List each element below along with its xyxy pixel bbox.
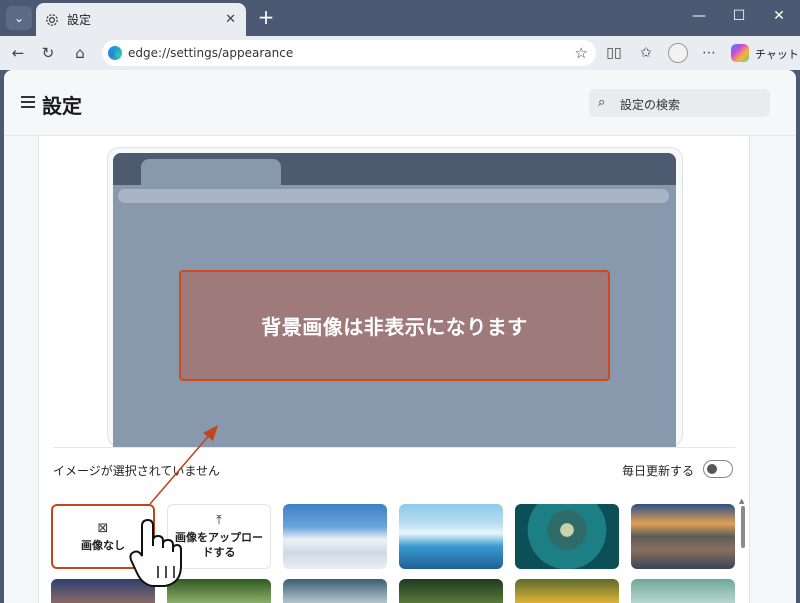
toggle-knob xyxy=(707,464,717,474)
search-placeholder: 設定の検索 xyxy=(620,98,681,112)
upload-image-label-line1: 画像をアップロー xyxy=(175,531,263,544)
minimize-button[interactable]: — xyxy=(689,8,709,24)
chevron-down-icon: ⌄ xyxy=(13,11,25,25)
divider xyxy=(53,447,735,448)
favorite-star-icon[interactable]: ☆ xyxy=(575,44,588,62)
home-icon: ⌂ xyxy=(75,44,85,62)
copilot-icon[interactable] xyxy=(731,44,749,62)
close-tab-icon[interactable]: ✕ xyxy=(225,12,236,27)
split-screen-icon[interactable]: ▯▯ xyxy=(605,44,623,62)
title-bar: ⌄ 設定 ✕ + — ☐ ✕ xyxy=(0,0,800,36)
address-bar[interactable]: edge://settings/appearance ☆ xyxy=(102,40,596,66)
tab-actions-menu-button[interactable]: ⌄ xyxy=(6,6,32,30)
home-button[interactable]: ⌂ xyxy=(70,43,90,63)
search-icon: ⌕ xyxy=(598,95,606,110)
tab-title: 設定 xyxy=(67,13,92,27)
background-thumbnail-aerial[interactable] xyxy=(515,504,619,569)
hamburger-menu-icon[interactable] xyxy=(21,96,35,108)
daily-update-label: 毎日更新する xyxy=(622,464,695,478)
chat-label[interactable]: チャット xyxy=(755,46,799,62)
preview-tab xyxy=(141,159,281,185)
upload-image-option[interactable]: ⤒ 画像をアップロー ドする xyxy=(167,504,271,569)
background-thumbnail-forest[interactable] xyxy=(167,579,271,603)
browser-toolbar: ← ↻ ⌂ edge://settings/appearance ☆ ▯▯ ✩ … xyxy=(0,36,800,70)
background-thumbnail-dusk[interactable] xyxy=(51,579,155,603)
scroll-up-icon[interactable]: ▲ xyxy=(739,497,744,505)
hidden-background-message: 背景画像は非表示になります xyxy=(179,270,610,381)
background-image-card: 背景画像は非表示になります イメージが選択されていません 毎日更新する ⊠ 画像… xyxy=(38,136,750,603)
background-thumbnail-sea[interactable] xyxy=(631,579,735,603)
settings-page: 設定 ⌕ 設定の検索 背景画像は非表示になります イメージが選択されていません … xyxy=(4,70,796,603)
new-tab-button[interactable]: + xyxy=(256,6,276,28)
background-thumbnail-iceberg[interactable] xyxy=(399,504,503,569)
no-image-option[interactable]: ⊠ 画像なし xyxy=(51,504,155,569)
no-image-icon: ⊠ xyxy=(97,520,109,536)
settings-header: 設定 ⌕ 設定の検索 xyxy=(4,70,796,136)
page-title: 設定 xyxy=(42,94,82,118)
settings-search-input[interactable]: ⌕ 設定の検索 xyxy=(589,89,770,117)
refresh-button[interactable]: ↻ xyxy=(38,43,58,63)
address-url[interactable]: edge://settings/appearance xyxy=(128,46,293,60)
favorites-icon[interactable]: ✩ xyxy=(637,44,655,62)
background-thumbnail-desert[interactable] xyxy=(283,504,387,569)
close-window-button[interactable]: ✕ xyxy=(769,8,789,24)
browser-preview: 背景画像は非表示になります xyxy=(113,153,676,447)
gear-icon xyxy=(46,13,58,26)
image-status-text: イメージが選択されていません xyxy=(53,464,221,478)
arrow-left-icon: ← xyxy=(11,44,25,62)
scrollbar-thumb[interactable] xyxy=(741,506,745,548)
upload-icon: ⤒ xyxy=(216,513,222,528)
tab-settings[interactable]: 設定 ✕ xyxy=(36,3,246,36)
profile-avatar[interactable] xyxy=(668,43,688,63)
no-image-label: 画像なし xyxy=(81,538,125,552)
background-thumbnail-jungle[interactable] xyxy=(399,579,503,603)
daily-update-toggle[interactable] xyxy=(703,460,733,478)
refresh-icon: ↻ xyxy=(41,44,55,62)
upload-image-label-line2: ドする xyxy=(202,546,236,559)
edge-logo-icon xyxy=(108,46,122,60)
more-options-icon[interactable]: ⋯ xyxy=(700,44,718,62)
background-thumbnail-flowers[interactable] xyxy=(515,579,619,603)
preview-address-bar xyxy=(118,189,669,203)
background-thumbnail-mountain[interactable] xyxy=(283,579,387,603)
back-button[interactable]: ← xyxy=(8,43,28,63)
background-thumbnail-coast-town[interactable] xyxy=(631,504,735,569)
maximize-button[interactable]: ☐ xyxy=(729,8,749,24)
